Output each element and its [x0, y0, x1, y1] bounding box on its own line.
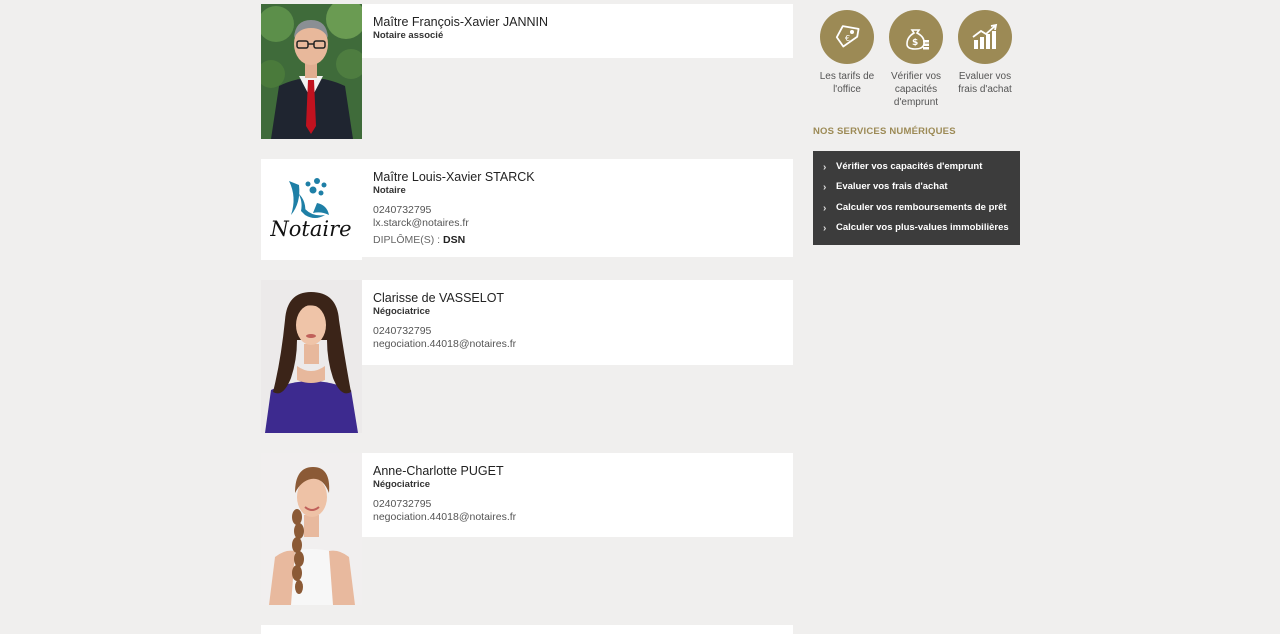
team-member: Maître François-Xavier JANNIN Notaire as…: [261, 4, 793, 139]
member-email[interactable]: negociation.44018@notaires.fr: [373, 338, 782, 351]
member-role: Négociatrice: [373, 479, 431, 490]
chevron-right-icon: ›: [823, 222, 827, 234]
service-link-remboursements[interactable]: › Calculer vos remboursements de prêt: [813, 202, 1020, 222]
member-card: Clarisse de VASSELOT Négociatrice 024073…: [362, 280, 793, 365]
tool-label: Les tarifs de l'office: [819, 71, 875, 95]
notaire-logo: Notaire: [261, 159, 362, 260]
tool-frais-achat[interactable]: Evaluer vos frais d'achat: [952, 10, 1018, 96]
tool-label: Vérifier vos capacités d'emprunt: [890, 71, 941, 108]
member-role: Notaire associé: [373, 30, 444, 41]
member-name: Anne-Charlotte PUGET: [373, 464, 504, 478]
member-role: Négociatrice: [373, 306, 431, 317]
member-card: Maître Louis-Xavier STARCK Notaire 02407…: [362, 159, 793, 257]
member-name: Maître François-Xavier JANNIN: [373, 15, 549, 29]
member-photo: [261, 280, 362, 433]
member-phone: 0240732795: [373, 204, 432, 216]
chevron-right-icon: ›: [823, 182, 827, 194]
svg-text:$: $: [912, 38, 918, 48]
diploma-label: DIPLÔME(S) :: [373, 234, 441, 246]
chevron-right-icon: ›: [823, 162, 827, 173]
member-role: Notaire: [373, 185, 406, 196]
services-title: NOS SERVICES NUMÉRIQUES: [813, 126, 956, 137]
diploma-value: DSN: [443, 234, 466, 246]
member-diploma: DIPLÔME(S) : DSN: [373, 234, 782, 247]
services-menu: › Vérifier vos capacités d'emprunt › Eva…: [813, 151, 1020, 245]
service-link-label: Calculer vos plus-values immobilières: [836, 221, 1009, 233]
money-bag-icon: $: [889, 10, 943, 64]
team-member: Notaire Maître Louis-Xavier STARCK Notai…: [261, 159, 793, 260]
svg-text:€: €: [845, 34, 850, 43]
team-member: Clarisse de VASSELOT Négociatrice 024073…: [261, 280, 793, 433]
tool-tarifs[interactable]: € Les tarifs de l'office: [814, 10, 880, 96]
service-link-label: Calculer vos remboursements de prêt: [836, 201, 1007, 213]
member-photo: [261, 453, 362, 605]
logo-wordmark: Notaire: [269, 217, 351, 241]
service-link-plus-values[interactable]: › Calculer vos plus-values immobilières: [813, 222, 1020, 242]
member-name: Clarisse de VASSELOT: [373, 291, 505, 305]
member-name: Maître Louis-Xavier STARCK: [373, 170, 535, 184]
price-tag-icon: €: [820, 10, 874, 64]
team-member: Anne-Charlotte PUGET Négociatrice 024073…: [261, 453, 793, 605]
team-member-partial: [261, 625, 793, 634]
tool-label: Evaluer vos frais d'achat: [958, 71, 1012, 95]
service-link-label: Vérifier vos capacités d'emprunt: [836, 161, 983, 172]
member-phone: 0240732795: [373, 325, 432, 337]
service-link-label: Evaluer vos frais d'achat: [836, 181, 948, 193]
service-link-capacite-emprunt[interactable]: › Vérifier vos capacités d'emprunt: [813, 161, 1020, 181]
member-card: Anne-Charlotte PUGET Négociatrice 024073…: [362, 453, 793, 537]
member-phone: 0240732795: [373, 498, 432, 510]
member-photo: [261, 4, 362, 139]
member-email[interactable]: lx.starck@notaires.fr: [373, 217, 782, 230]
member-email[interactable]: negociation.44018@notaires.fr: [373, 511, 782, 524]
growth-chart-icon: [958, 10, 1012, 64]
member-card: Maître François-Xavier JANNIN Notaire as…: [362, 4, 793, 58]
service-link-frais-achat[interactable]: › Evaluer vos frais d'achat: [813, 181, 1020, 201]
chevron-right-icon: ›: [823, 202, 827, 214]
tool-capacite-emprunt[interactable]: $ Vérifier vos capacités d'emprunt: [883, 10, 949, 109]
